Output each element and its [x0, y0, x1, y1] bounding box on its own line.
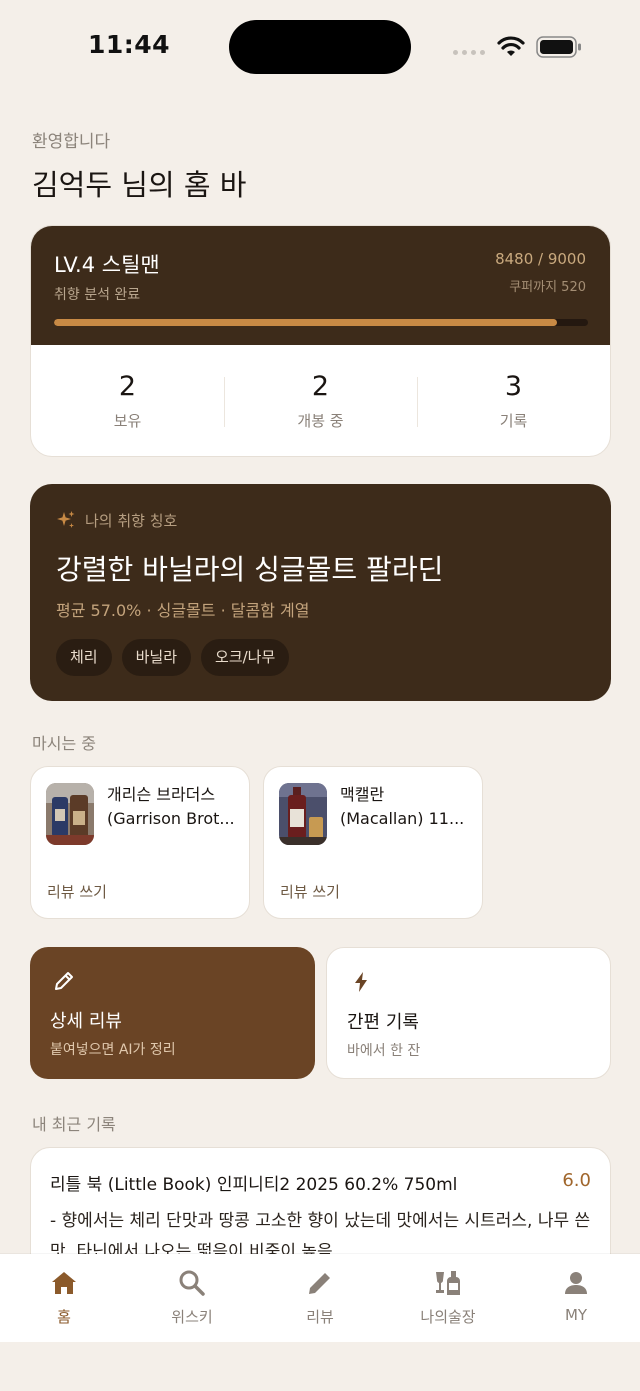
- bottle-thumbnail: [279, 783, 327, 845]
- taste-caption: 나의 취향 칭호: [85, 512, 178, 530]
- nav-item-my[interactable]: MY: [512, 1254, 640, 1342]
- drinking-card[interactable]: 개리슨 브라더스 (Garrison Brot... 리뷰 쓰기: [30, 766, 250, 919]
- level-header: LV.4 스틸맨 취향 분석 완료 8480 / 9000 쿠퍼까지 520: [31, 226, 610, 345]
- stat-value: 2: [311, 371, 330, 402]
- collection-stats: 2 보유 2 개봉 중 3 기록: [31, 345, 610, 456]
- pencil-icon: [309, 1273, 330, 1294]
- action-title: 상세 리뷰: [50, 1011, 122, 1032]
- drinking-card[interactable]: 맥캘란 (Macallan) 11... 리뷰 쓰기: [263, 766, 483, 919]
- record-title: 리틀 북 (Little Book) 인피니티2 2025 60.2% 750m…: [50, 1175, 458, 1195]
- sparkle-icon: [57, 511, 75, 528]
- stat-label: 보유: [113, 412, 142, 430]
- stat-label: 기록: [499, 412, 528, 430]
- level-card[interactable]: LV.4 스틸맨 취향 분석 완료 8480 / 9000 쿠퍼까지 520 2…: [30, 225, 611, 457]
- signal-dots-icon: [453, 50, 485, 55]
- stat-records[interactable]: 3 기록: [417, 345, 610, 456]
- nav-item-review[interactable]: 리뷰: [256, 1254, 384, 1342]
- action-subtitle: 바에서 한 잔: [347, 1043, 421, 1059]
- level-name: LV.4 스틸맨: [54, 253, 160, 277]
- level-progress-bar: [54, 319, 588, 326]
- battery-icon: [536, 36, 581, 58]
- drink-name: 맥캘란 (Macallan) 11...: [340, 783, 472, 831]
- search-icon: [179, 1270, 205, 1296]
- nav-label: 리뷰: [306, 1308, 334, 1326]
- stat-opened[interactable]: 2 개봉 중: [224, 345, 417, 456]
- nav-label: 나의술장: [420, 1308, 476, 1326]
- nav-label: 위스키: [171, 1308, 213, 1326]
- bottom-nav: 홈 위스키 리뷰 나의술장 MY: [0, 1254, 640, 1342]
- bottles-icon: [436, 1271, 460, 1295]
- action-subtitle: 붙여넣으면 AI가 정리: [50, 1042, 176, 1058]
- flavor-chip[interactable]: 오크/나무: [201, 639, 290, 676]
- nav-item-home[interactable]: 홈: [0, 1254, 128, 1342]
- drink-name-line: (Macallan) 11...: [340, 809, 465, 828]
- level-status: 취향 분석 완료: [54, 287, 141, 303]
- wifi-icon: [497, 36, 525, 56]
- flavor-chip[interactable]: 바닐라: [121, 639, 192, 676]
- drink-name: 개리슨 브라더스 (Garrison Brot...: [107, 783, 239, 831]
- section-label-drinking: 마시는 중: [32, 734, 96, 753]
- page-title: 김억두 님의 홈 바: [32, 168, 247, 202]
- action-title: 간편 기록: [347, 1012, 419, 1033]
- level-points: 8480 / 9000: [495, 250, 586, 268]
- level-coupon-remaining: 쿠퍼까지 520: [509, 280, 586, 295]
- pencil-icon: [55, 972, 73, 990]
- flavor-chips: 체리 바닐라 오크/나무: [56, 639, 290, 676]
- taste-title: 강렬한 바닐라의 싱글몰트 팔라딘: [56, 553, 444, 586]
- stat-owned[interactable]: 2 보유: [31, 345, 224, 456]
- nav-item-whisky[interactable]: 위스키: [128, 1254, 256, 1342]
- stat-label: 개봉 중: [297, 412, 344, 430]
- home-icon: [52, 1272, 76, 1294]
- flavor-chip[interactable]: 체리: [56, 639, 112, 676]
- greeting-subtitle: 환영합니다: [32, 132, 111, 152]
- stat-value: 3: [504, 371, 523, 402]
- nav-item-cabinet[interactable]: 나의술장: [384, 1254, 512, 1342]
- stat-value: 2: [118, 371, 137, 402]
- write-review-link[interactable]: 리뷰 쓰기: [280, 881, 340, 902]
- bottle-thumbnail: [46, 783, 94, 845]
- record-score: 6.0: [562, 1170, 591, 1191]
- status-time: 11:44: [88, 30, 171, 59]
- drink-name-line: 맥캘란: [340, 785, 385, 804]
- status-bar: 11:44: [0, 0, 640, 96]
- write-review-link[interactable]: 리뷰 쓰기: [47, 881, 107, 902]
- dynamic-island: [229, 20, 411, 74]
- nav-label: MY: [564, 1306, 588, 1324]
- nav-label: 홈: [57, 1308, 71, 1326]
- bolt-icon: [355, 972, 367, 992]
- detail-review-button[interactable]: 상세 리뷰 붙여넣으면 AI가 정리: [30, 947, 315, 1079]
- home-screen: 11:44 환영합니다 김억두 님의 홈 바 LV.4 스틸맨 취향 분석 완료…: [0, 0, 640, 1391]
- quick-record-button[interactable]: 간편 기록 바에서 한 잔: [326, 947, 611, 1079]
- taste-meta: 평균 57.0% · 싱글몰트 · 달콤함 계열: [56, 601, 310, 620]
- level-progress-fill: [54, 319, 558, 326]
- drink-name-line: 개리슨 브라더스: [107, 785, 216, 804]
- section-label-recent: 내 최근 기록: [32, 1115, 116, 1134]
- drink-name-line: (Garrison Brot...: [107, 809, 235, 828]
- person-icon: [565, 1272, 587, 1294]
- taste-title-card[interactable]: 나의 취향 칭호 강렬한 바닐라의 싱글몰트 팔라딘 평균 57.0% · 싱글…: [30, 484, 611, 701]
